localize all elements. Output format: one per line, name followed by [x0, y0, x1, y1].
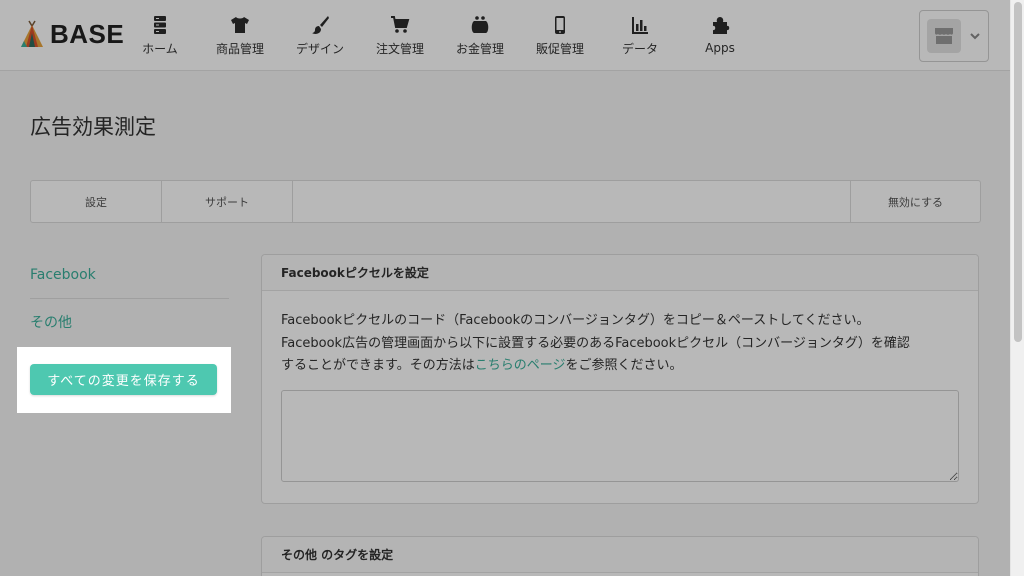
nav-label: Apps — [705, 41, 735, 55]
nav-label: データ — [621, 41, 658, 56]
instruction-line-2: Facebook広告の管理画面から以下に設置する必要のあるFacebookピクセ… — [281, 335, 910, 351]
instruction-text: をご参照ください。 — [565, 358, 683, 373]
tab-settings[interactable]: 設定 — [31, 181, 162, 222]
nav-item-money[interactable]: お金管理 — [440, 0, 520, 70]
help-page-link[interactable]: こちらのページ — [475, 358, 566, 373]
panel-title: その他 のタグを設定 — [262, 537, 978, 573]
shop-avatar — [927, 19, 961, 53]
nav-label: 商品管理 — [215, 41, 264, 56]
tab-spacer — [293, 181, 850, 222]
main-nav: ホーム 商品管理 デザイン 注文管理 お金管理 販促管理 データ Apps — [120, 0, 760, 70]
chevron-down-icon — [969, 27, 981, 46]
instruction-line-1: Facebookピクセルのコード（Facebookのコンバージョンタグ）をコピー… — [281, 313, 870, 328]
nav-item-data[interactable]: データ — [600, 0, 680, 70]
tipi-logo-icon — [21, 20, 43, 47]
nav-label: お金管理 — [455, 41, 504, 56]
nav-item-promotion[interactable]: 販促管理 — [520, 0, 600, 70]
sidebar-divider — [30, 298, 229, 299]
shop-menu-button[interactable] — [919, 10, 989, 62]
disable-button[interactable]: 無効にする — [850, 181, 980, 222]
nav-item-products[interactable]: 商品管理 — [200, 0, 280, 70]
page-scrollbar[interactable] — [1010, 0, 1024, 576]
sidebar-item-other[interactable]: その他 — [30, 312, 72, 332]
base-logo[interactable]: BASE — [18, 18, 124, 50]
paintbrush-icon — [309, 14, 331, 36]
nav-label: 注文管理 — [375, 41, 424, 56]
other-tag-panel: その他 のタグを設定 — [261, 536, 979, 576]
instruction-text: することができます。その方法は — [281, 358, 475, 373]
brand-name: BASE — [50, 18, 125, 49]
nav-label: 販促管理 — [535, 41, 584, 56]
tab-support[interactable]: サポート — [162, 181, 293, 222]
panel-body: Facebookピクセルのコード（Facebookのコンバージョンタグ）をコピー… — [262, 291, 978, 490]
storefront-icon — [935, 28, 953, 44]
top-navigation-bar: BASE ホーム 商品管理 デザイン 注文管理 お金管理 販促管理 データ Ap… — [0, 0, 1010, 71]
facebook-pixel-panel: Facebookピクセルを設定 Facebookピクセルのコード（Faceboo… — [261, 254, 979, 504]
server-stack-icon — [149, 14, 171, 36]
cart-icon — [389, 14, 411, 36]
nav-item-design[interactable]: デザイン — [280, 0, 360, 70]
nav-item-orders[interactable]: 注文管理 — [360, 0, 440, 70]
puzzle-icon — [709, 15, 731, 37]
nav-item-home[interactable]: ホーム — [120, 0, 200, 70]
nav-label: ホーム — [142, 41, 178, 56]
bar-chart-icon — [629, 14, 651, 36]
purse-icon — [469, 14, 491, 36]
panel-title: Facebookピクセルを設定 — [262, 255, 978, 291]
page-title: 広告効果測定 — [30, 115, 156, 139]
scrollbar-thumb[interactable] — [1014, 2, 1022, 342]
smartphone-icon — [549, 14, 571, 36]
nav-item-apps[interactable]: Apps — [680, 0, 760, 70]
instruction-line-3: することができます。その方法はこちらのページをご参照ください。 — [281, 355, 959, 378]
save-all-changes-button[interactable]: すべての変更を保存する — [30, 364, 217, 395]
nav-label: デザイン — [295, 41, 344, 56]
sidebar-item-facebook[interactable]: Facebook — [30, 267, 96, 283]
facebook-pixel-code-input[interactable] — [281, 389, 959, 482]
tshirt-icon — [229, 14, 251, 36]
tab-bar: 設定 サポート 無効にする — [30, 180, 981, 223]
